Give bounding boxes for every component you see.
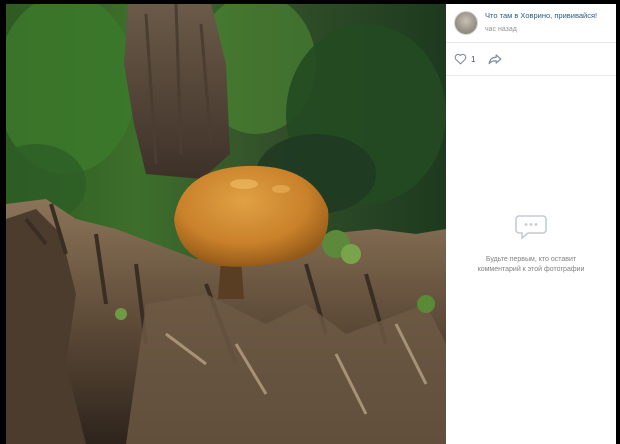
share-arrow-icon <box>489 54 502 65</box>
comments-empty-text: Будьте первым, кто оставит комментарий к… <box>477 256 585 273</box>
post-time[interactable]: час назад <box>485 24 597 36</box>
group-avatar[interactable] <box>454 11 478 35</box>
post-meta: Что там в Ховрино, прививайся! час назад <box>485 10 597 36</box>
share-button[interactable] <box>488 53 502 65</box>
like-count: 1 <box>471 54 476 64</box>
photo[interactable] <box>6 4 446 444</box>
speech-bubble-icon <box>513 212 549 242</box>
group-name-link[interactable]: Что там в Ховрино, прививайся! <box>485 10 597 22</box>
heart-icon <box>454 53 467 65</box>
post-side-panel: Что там в Ховрино, прививайся! час назад… <box>446 4 616 444</box>
post-actions: 1 <box>446 43 616 76</box>
photo-viewer: Что там в Ховрино, прививайся! час назад… <box>0 0 620 444</box>
post-header: Что там в Ховрино, прививайся! час назад <box>446 4 616 43</box>
like-button[interactable]: 1 <box>454 53 475 65</box>
mushroom-photo-image <box>6 4 446 444</box>
comments-empty-state: Будьте первым, кто оставит комментарий к… <box>446 212 616 275</box>
